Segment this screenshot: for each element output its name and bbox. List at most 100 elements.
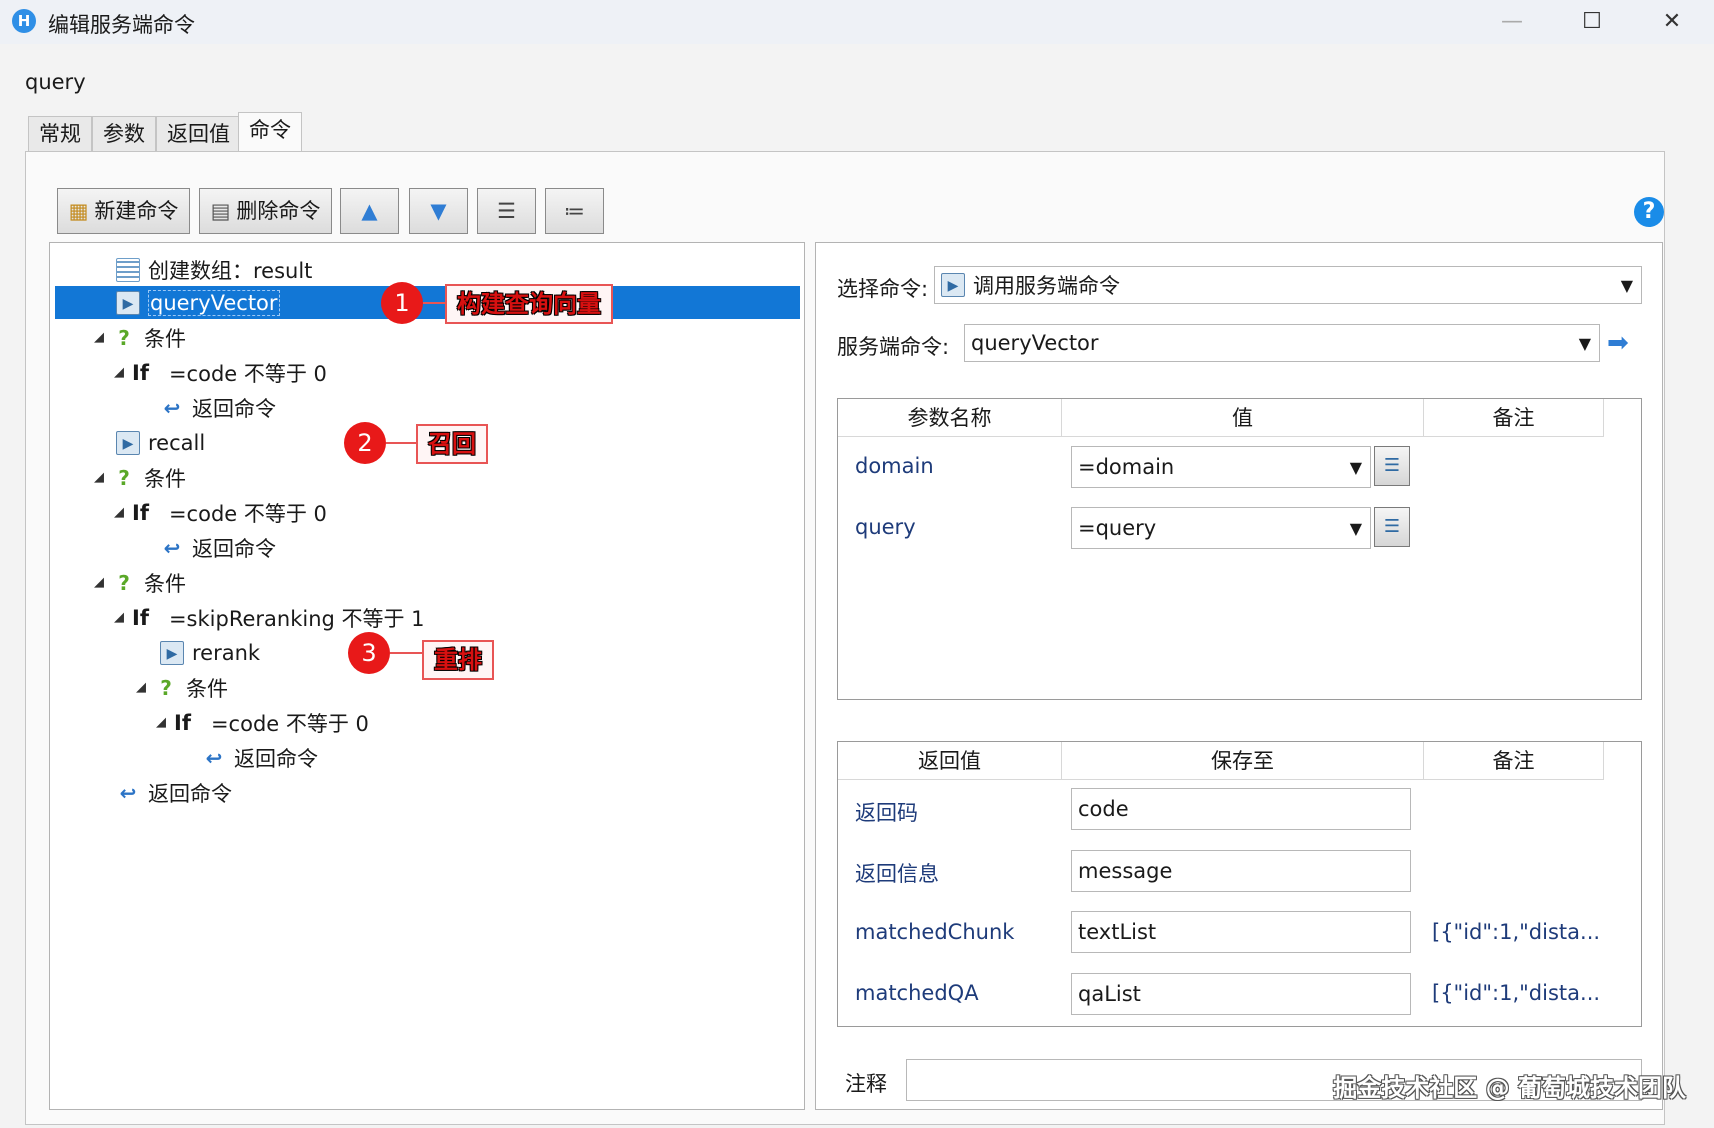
delete-command-icon: ▤ [210, 199, 231, 223]
tree-item-label: 条件 [144, 466, 186, 491]
condition-icon: ? [118, 325, 130, 350]
tree-item[interactable]: ◢ ? 条件 [94, 461, 186, 494]
param-value-dropdown[interactable]: =query ▼ [1071, 507, 1371, 549]
tab-commands[interactable]: 命令 [238, 112, 302, 153]
server-command-value: queryVector [971, 331, 1099, 355]
annotation-connector [386, 442, 416, 444]
move-up-button[interactable]: ▲ [340, 188, 399, 234]
outdent-button[interactable]: ≔ [545, 188, 604, 234]
collapse-triangle-icon[interactable]: ◢ [156, 715, 174, 730]
annotation-badge-1: 1 [381, 282, 423, 324]
tree-item-label: 返回命令 [234, 746, 318, 771]
delete-command-button[interactable]: ▤ 删除命令 [199, 188, 332, 234]
tab-general[interactable]: 常规 [28, 116, 92, 152]
if-keyword: If [132, 605, 149, 630]
server-command-icon: ▶ [116, 290, 140, 315]
col-header-note[interactable]: 备注 [1424, 399, 1604, 437]
indent-button[interactable]: ☰ [477, 188, 536, 234]
formula-editor-button[interactable]: ☰ [1374, 446, 1410, 486]
tree-item-label: rerank [192, 640, 261, 665]
tree-item-label: 返回命令 [148, 781, 232, 806]
collapse-triangle-icon[interactable]: ◢ [114, 505, 132, 520]
goto-arrow-icon[interactable]: ➡ [1607, 328, 1629, 358]
annotation-label-2: 召回 [416, 424, 488, 464]
save-to-field[interactable]: message [1071, 850, 1411, 892]
tree-item[interactable]: ↩ 返回命令 [202, 741, 318, 774]
condition-icon: ? [118, 570, 130, 595]
formula-editor-button[interactable]: ☰ [1374, 507, 1410, 547]
minimize-button[interactable]: — [1488, 6, 1536, 38]
tree-item[interactable]: ◢ If =code 不等于 0 [156, 706, 369, 739]
new-command-button[interactable]: ▦ 新建命令 [57, 188, 190, 234]
delete-command-label: 删除命令 [236, 199, 321, 223]
array-icon [116, 257, 140, 282]
tree-item-label: 条件 [186, 676, 228, 701]
annotation-label-3: 重排 [422, 640, 494, 680]
tree-item-label: recall [148, 430, 206, 455]
tree-item[interactable]: ▶ recall [116, 426, 205, 459]
condition-icon: ? [160, 675, 172, 700]
select-command-value: 调用服务端命令 [973, 274, 1120, 298]
collapse-triangle-icon[interactable]: ◢ [94, 330, 112, 345]
annotation-connector [423, 302, 445, 304]
server-command-label: 服务端命令: [837, 335, 950, 359]
annotation-label-1: 构建查询向量 [445, 284, 613, 324]
tree-item[interactable]: ↩ 返回命令 [160, 391, 276, 424]
save-to-field[interactable]: textList [1071, 911, 1411, 953]
return-note: [{"id":1,"dista... [1432, 920, 1601, 944]
chevron-down-icon: ▼ [1620, 275, 1633, 295]
annotation-badge-2: 2 [344, 422, 386, 464]
col-header-save-to[interactable]: 保存至 [1062, 742, 1424, 780]
collapse-triangle-icon[interactable]: ◢ [94, 575, 112, 590]
comment-label: 注释 [845, 1072, 887, 1096]
move-down-button[interactable]: ▼ [409, 188, 468, 234]
tree-item-label: =skipReranking 不等于 1 [168, 606, 425, 631]
return-icon: ↩ [163, 395, 181, 420]
tree-item[interactable]: 创建数组：result [116, 253, 312, 286]
return-name: 返回信息 [855, 862, 939, 886]
server-command-icon: ▶ [160, 640, 184, 665]
col-header-value[interactable]: 值 [1062, 399, 1424, 437]
col-header-note[interactable]: 备注 [1424, 742, 1604, 780]
collapse-triangle-icon[interactable]: ◢ [114, 610, 132, 625]
col-header-return-value[interactable]: 返回值 [838, 742, 1062, 780]
params-grid[interactable]: 参数名称 值 备注 [837, 398, 1642, 700]
maximize-button[interactable]: ☐ [1568, 6, 1616, 38]
collapse-triangle-icon[interactable]: ◢ [114, 365, 132, 380]
tree-item[interactable]: ↩ 返回命令 [116, 776, 232, 809]
select-command-dropdown[interactable]: ▶ 调用服务端命令 ▼ [934, 266, 1642, 304]
arrow-up-icon: ▲ [361, 199, 378, 223]
collapse-triangle-icon[interactable]: ◢ [94, 470, 112, 485]
col-header-param-name[interactable]: 参数名称 [838, 399, 1062, 437]
return-name: 返回码 [855, 801, 918, 825]
tree-item[interactable]: ◢ If =skipReranking 不等于 1 [114, 601, 425, 634]
help-icon[interactable]: ? [1634, 197, 1664, 227]
param-value-dropdown[interactable]: =domain ▼ [1071, 446, 1371, 488]
if-keyword: If [132, 360, 149, 385]
tab-params[interactable]: 参数 [92, 116, 156, 152]
tree-item-label: =code 不等于 0 [168, 361, 327, 386]
close-button[interactable]: ✕ [1648, 6, 1696, 38]
save-to-field[interactable]: qaList [1071, 973, 1411, 1015]
tab-returns[interactable]: 返回值 [156, 116, 241, 152]
tree-item[interactable]: ↩ 返回命令 [160, 531, 276, 564]
server-command-dropdown[interactable]: queryVector ▼ [964, 324, 1600, 362]
server-command-icon: ▶ [116, 430, 140, 455]
collapse-triangle-icon[interactable]: ◢ [136, 680, 154, 695]
tree-item[interactable]: ▶ rerank [160, 636, 260, 669]
server-command-icon: ▶ [941, 273, 965, 297]
window-title: 编辑服务端命令 [48, 13, 195, 37]
tree-item[interactable]: ◢ If =code 不等于 0 [114, 356, 327, 389]
tree-item[interactable]: ◢ ? 条件 [94, 566, 186, 599]
param-name: domain [855, 454, 934, 478]
return-icon: ↩ [119, 780, 137, 805]
app-icon: H [12, 9, 36, 33]
tree-item[interactable]: ◢ ? 条件 [136, 671, 228, 704]
tree-item-label: =code 不等于 0 [210, 711, 369, 736]
tree-item[interactable]: ◢ ? 条件 [94, 321, 186, 354]
chevron-down-icon: ▼ [1349, 457, 1362, 477]
tree-item[interactable]: ◢ If =code 不等于 0 [114, 496, 327, 529]
return-note: [{"id":1,"dista... [1432, 981, 1601, 1005]
outdent-icon: ≔ [564, 199, 585, 223]
save-to-field[interactable]: code [1071, 788, 1411, 830]
